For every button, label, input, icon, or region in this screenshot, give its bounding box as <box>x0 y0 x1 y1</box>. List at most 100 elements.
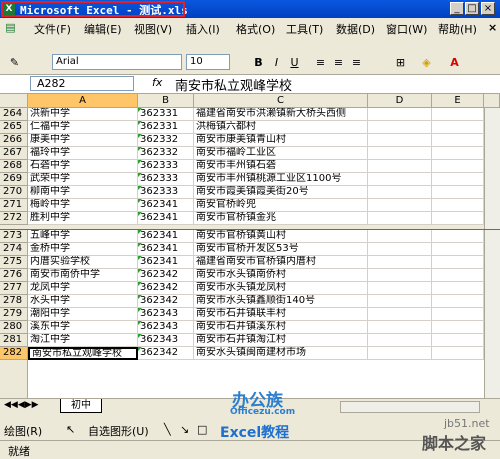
font-size-select[interactable]: 10 <box>186 54 230 70</box>
cell-e[interactable] <box>432 230 484 243</box>
font-color-button[interactable]: A <box>446 54 463 71</box>
cell-c[interactable]: 南安市官桥开发区53号 <box>194 243 368 256</box>
row-header[interactable]: 276 <box>0 269 28 282</box>
cell-a[interactable]: 水头中学 <box>28 295 138 308</box>
cell-a[interactable]: 溪东中学 <box>28 321 138 334</box>
cell-a[interactable]: 南安市南侨中学 <box>28 269 138 282</box>
cell-b[interactable]: 362332 <box>138 134 194 147</box>
row-header[interactable]: 271 <box>0 199 28 212</box>
name-box[interactable]: A282 <box>30 76 134 91</box>
cell-e[interactable] <box>432 108 484 121</box>
row-header[interactable]: 268 <box>0 160 28 173</box>
cell-d[interactable] <box>368 269 432 282</box>
cell-c[interactable]: 南安市石井镇淘江村 <box>194 334 368 347</box>
pointer-icon[interactable]: ↖ <box>66 423 75 436</box>
cell-a-selected[interactable]: 南安市私立观峰学校 <box>28 347 138 360</box>
align-left-icon[interactable]: ≡ <box>312 54 329 71</box>
cell-d[interactable] <box>368 186 432 199</box>
row-header[interactable]: 266 <box>0 134 28 147</box>
cell-d[interactable] <box>368 134 432 147</box>
cell-e[interactable] <box>432 295 484 308</box>
cell-a[interactable]: 石砻中学 <box>28 160 138 173</box>
cell-a[interactable]: 淘江中学 <box>28 334 138 347</box>
menu-edit[interactable]: 编辑(E) <box>84 21 122 37</box>
cell-c[interactable]: 福建省南安市洪濑镇新大桥头西侧 <box>194 108 368 121</box>
cell-d[interactable] <box>368 282 432 295</box>
line-icon[interactable]: ╲ <box>164 423 171 436</box>
doc-close-icon[interactable]: × <box>488 21 497 34</box>
cell-b[interactable]: 362342 <box>138 295 194 308</box>
font-select[interactable]: Arial <box>52 54 182 70</box>
cell-c[interactable]: 南安市丰州镇桃源工业区1100号 <box>194 173 368 186</box>
cell-e[interactable] <box>432 308 484 321</box>
cell-e[interactable] <box>432 186 484 199</box>
rectangle-icon[interactable]: □ <box>197 423 207 436</box>
cell-a[interactable]: 福玲中学 <box>28 147 138 160</box>
cell-c[interactable]: 南安市石井镇联丰村 <box>194 308 368 321</box>
column-header-b[interactable]: B <box>138 94 194 108</box>
cell-d[interactable] <box>368 121 432 134</box>
row-header[interactable]: 272 <box>0 212 28 225</box>
cell-a[interactable]: 五峰中学 <box>28 230 138 243</box>
column-header-e[interactable]: E <box>432 94 484 108</box>
cell-c[interactable]: 福建省南安市官桥镇内厝村 <box>194 256 368 269</box>
cell-d[interactable] <box>368 256 432 269</box>
cell-b[interactable]: 362341 <box>138 256 194 269</box>
cell-e[interactable] <box>432 160 484 173</box>
doc-icon[interactable]: ▤ <box>2 19 19 36</box>
cell-c[interactable]: 南安市霞美镇霞美街20号 <box>194 186 368 199</box>
cell-b[interactable]: 362342 <box>138 269 194 282</box>
cell-d[interactable] <box>368 199 432 212</box>
menu-file[interactable]: 文件(F) <box>34 21 71 37</box>
row-header[interactable]: 265 <box>0 121 28 134</box>
row-header[interactable]: 269 <box>0 173 28 186</box>
cell-e[interactable] <box>432 199 484 212</box>
minimize-button[interactable]: _ <box>450 2 464 15</box>
cell-c[interactable]: 南安市水头镇鑫顺街140号 <box>194 295 368 308</box>
row-header[interactable]: 279 <box>0 308 28 321</box>
menu-format[interactable]: 格式(O) <box>236 21 275 37</box>
cell-b[interactable]: 362342 <box>138 282 194 295</box>
menu-view[interactable]: 视图(V) <box>134 21 172 37</box>
menu-data[interactable]: 数据(D) <box>336 21 375 37</box>
cell-d[interactable] <box>368 243 432 256</box>
fill-color-icon[interactable]: ◈ <box>418 54 435 71</box>
cell-c[interactable]: 南安市官桥镇黄山村 <box>194 230 368 243</box>
row-header[interactable]: 278 <box>0 295 28 308</box>
row-header[interactable]: 264 <box>0 108 28 121</box>
cell-c[interactable]: 南安市水头镇南侨村 <box>194 269 368 282</box>
cell-d[interactable] <box>368 173 432 186</box>
cell-d[interactable] <box>368 108 432 121</box>
cell-e[interactable] <box>432 282 484 295</box>
cell-a[interactable]: 梅岭中学 <box>28 199 138 212</box>
cell-a[interactable]: 内厝实验学校 <box>28 256 138 269</box>
bold-button[interactable]: B <box>250 54 267 71</box>
menu-window[interactable]: 窗口(W) <box>386 21 427 37</box>
cell-b[interactable]: 362343 <box>138 334 194 347</box>
vertical-scrollbar[interactable] <box>484 108 500 398</box>
cell-d[interactable] <box>368 347 432 360</box>
cell-c[interactable]: 南安市丰州镇石砻 <box>194 160 368 173</box>
sheet-tab[interactable]: 初中 <box>60 399 102 413</box>
row-header[interactable]: 281 <box>0 334 28 347</box>
brush-icon[interactable]: ✎ <box>6 54 23 71</box>
menu-help[interactable]: 帮助(H) <box>438 21 477 37</box>
cell-d[interactable] <box>368 230 432 243</box>
cell-b[interactable]: 362343 <box>138 321 194 334</box>
row-header[interactable]: 275 <box>0 256 28 269</box>
cell-a[interactable]: 胜利中学 <box>28 212 138 225</box>
cell-b[interactable]: 362343 <box>138 308 194 321</box>
cell-a[interactable]: 武荣中学 <box>28 173 138 186</box>
cell-b[interactable]: 362341 <box>138 212 194 225</box>
cell-b[interactable]: 362341 <box>138 243 194 256</box>
cell-c[interactable]: 南安市福岭工业区 <box>194 147 368 160</box>
cell-d[interactable] <box>368 334 432 347</box>
menu-insert[interactable]: 插入(I) <box>186 21 220 37</box>
row-header[interactable]: 282 <box>0 347 28 360</box>
cell-e[interactable] <box>432 147 484 160</box>
horizontal-scrollbar[interactable] <box>340 401 480 413</box>
scrollbar-top[interactable] <box>484 94 500 108</box>
cell-e[interactable] <box>432 347 484 360</box>
cell-b[interactable]: 362331 <box>138 108 194 121</box>
cell-d[interactable] <box>368 147 432 160</box>
